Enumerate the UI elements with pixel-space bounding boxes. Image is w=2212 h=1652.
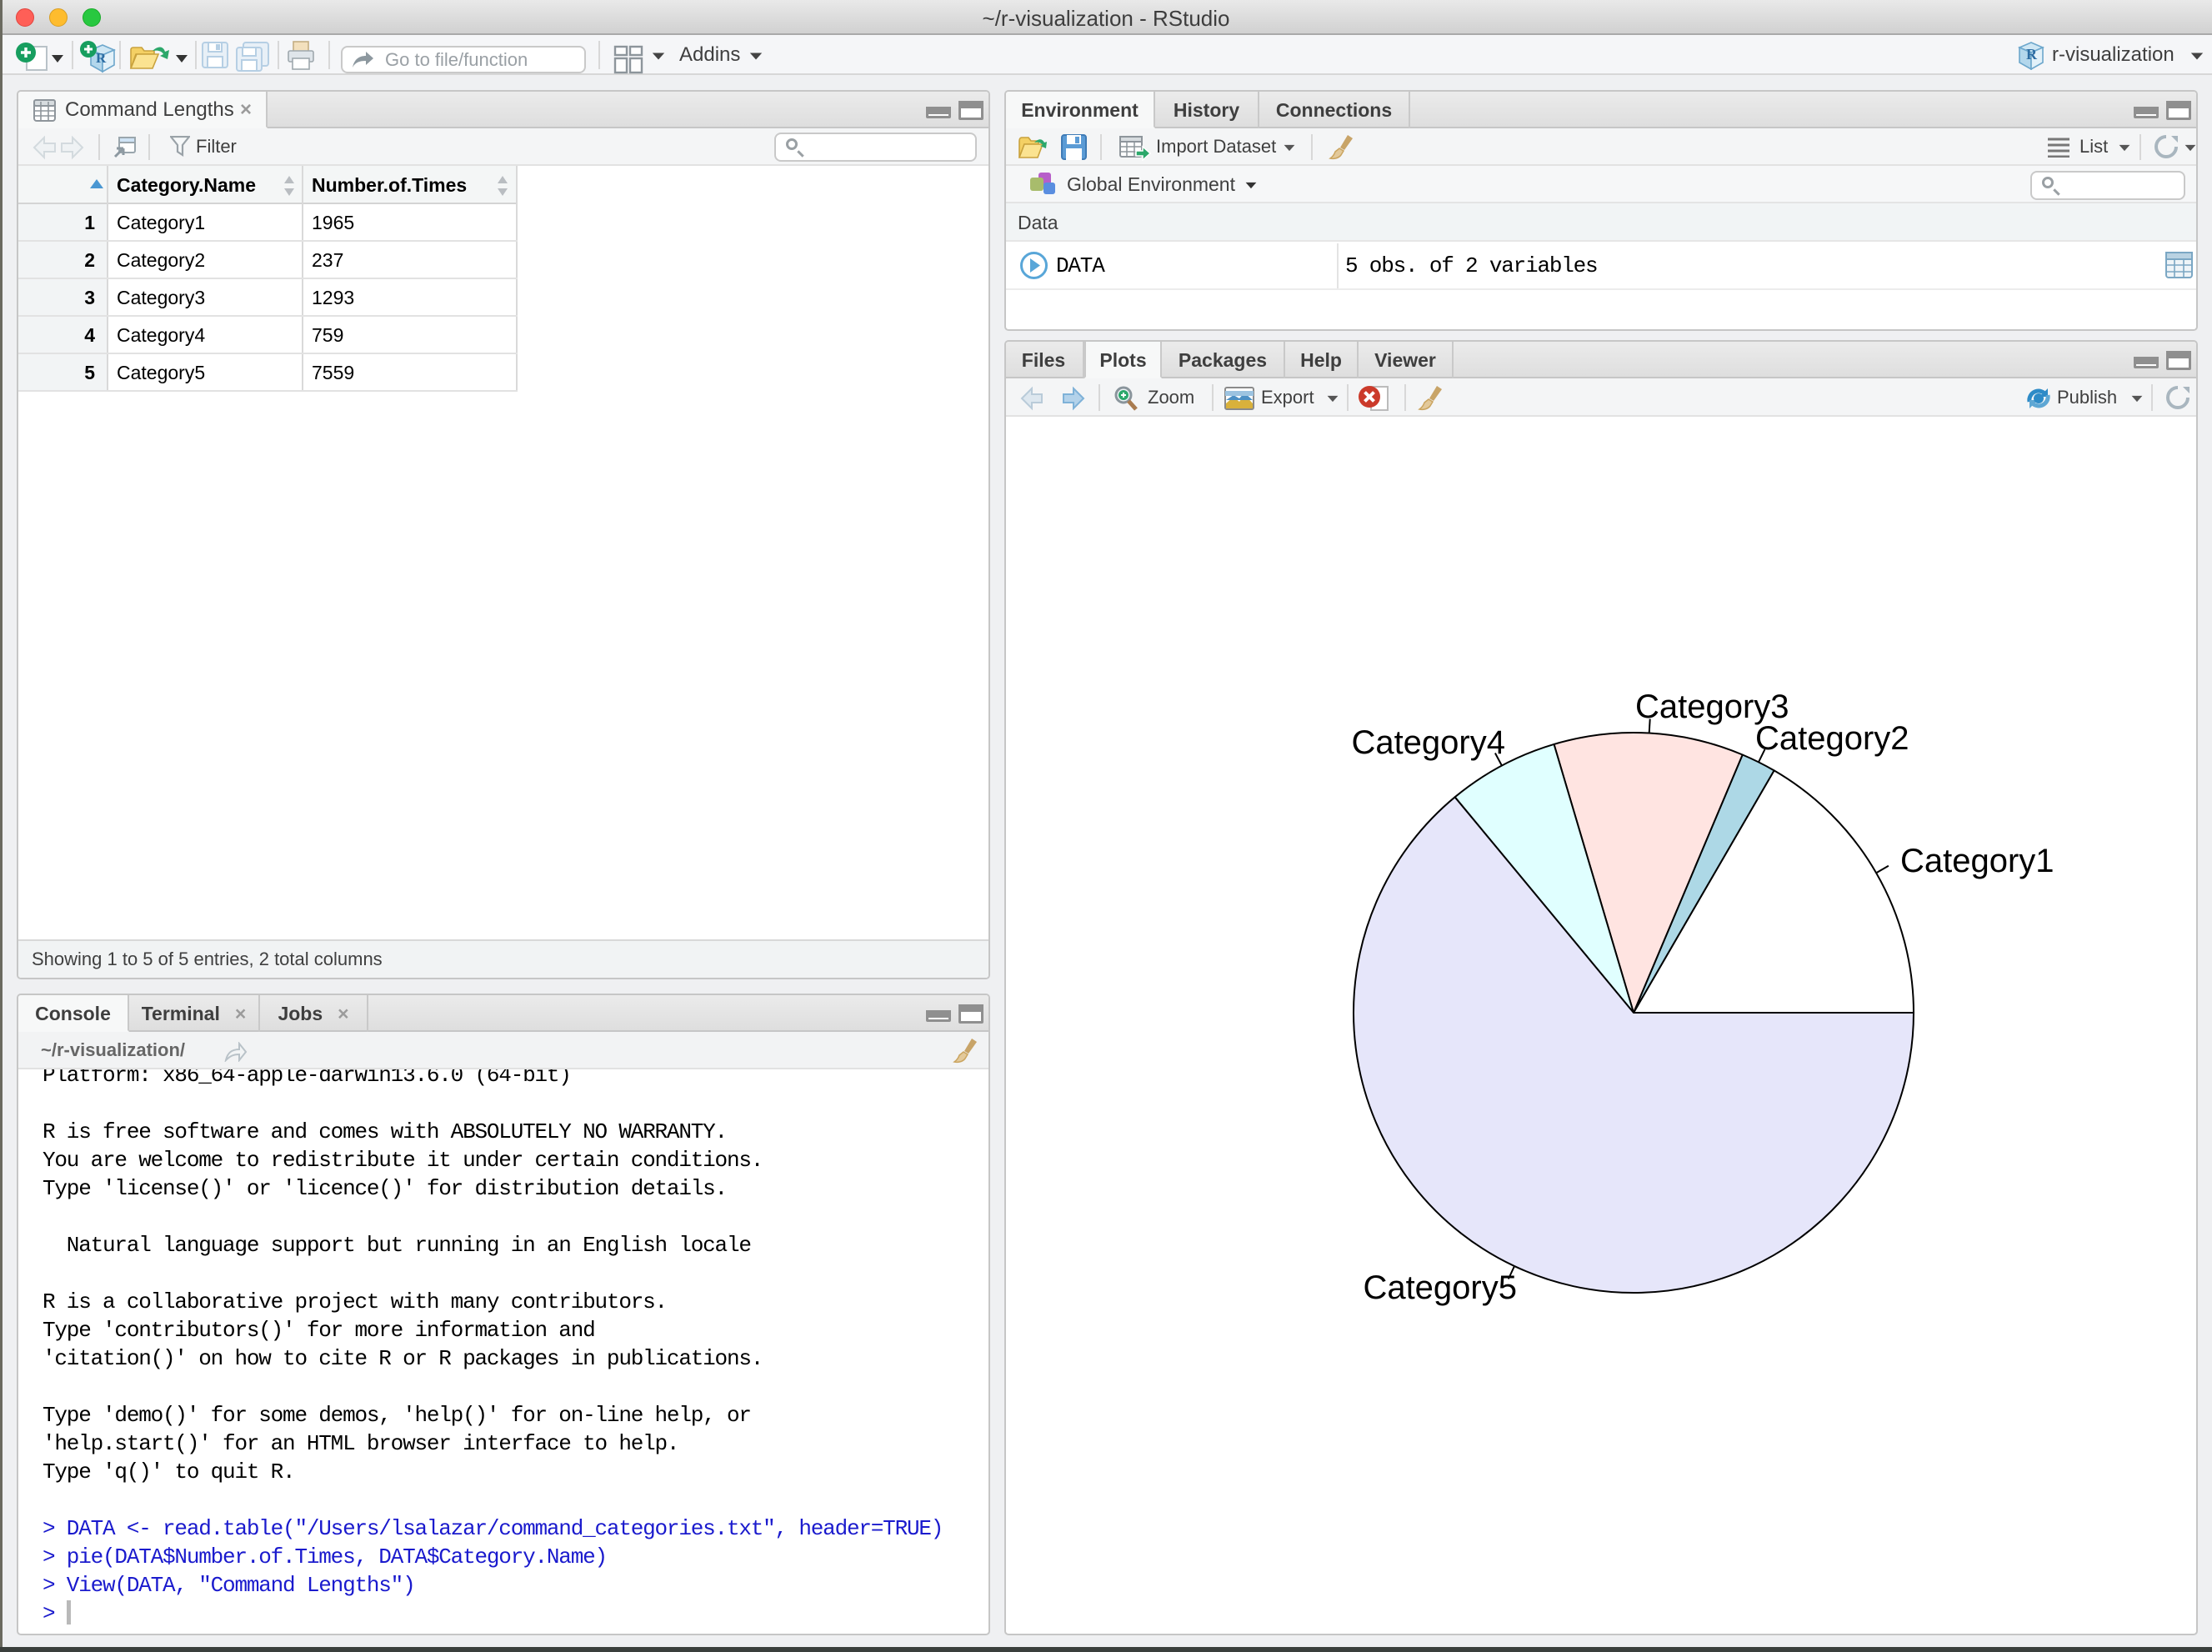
svg-text:Category3: Category3: [1635, 688, 1789, 725]
svg-text:R: R: [2026, 46, 2038, 63]
svg-text:Category1: Category1: [1900, 843, 2054, 879]
svg-text:Category4: Category4: [1351, 724, 1505, 761]
svg-text:R: R: [96, 50, 107, 66]
svg-text:Category5: Category5: [1363, 1269, 1517, 1306]
svg-text:Category2: Category2: [1755, 720, 1909, 757]
